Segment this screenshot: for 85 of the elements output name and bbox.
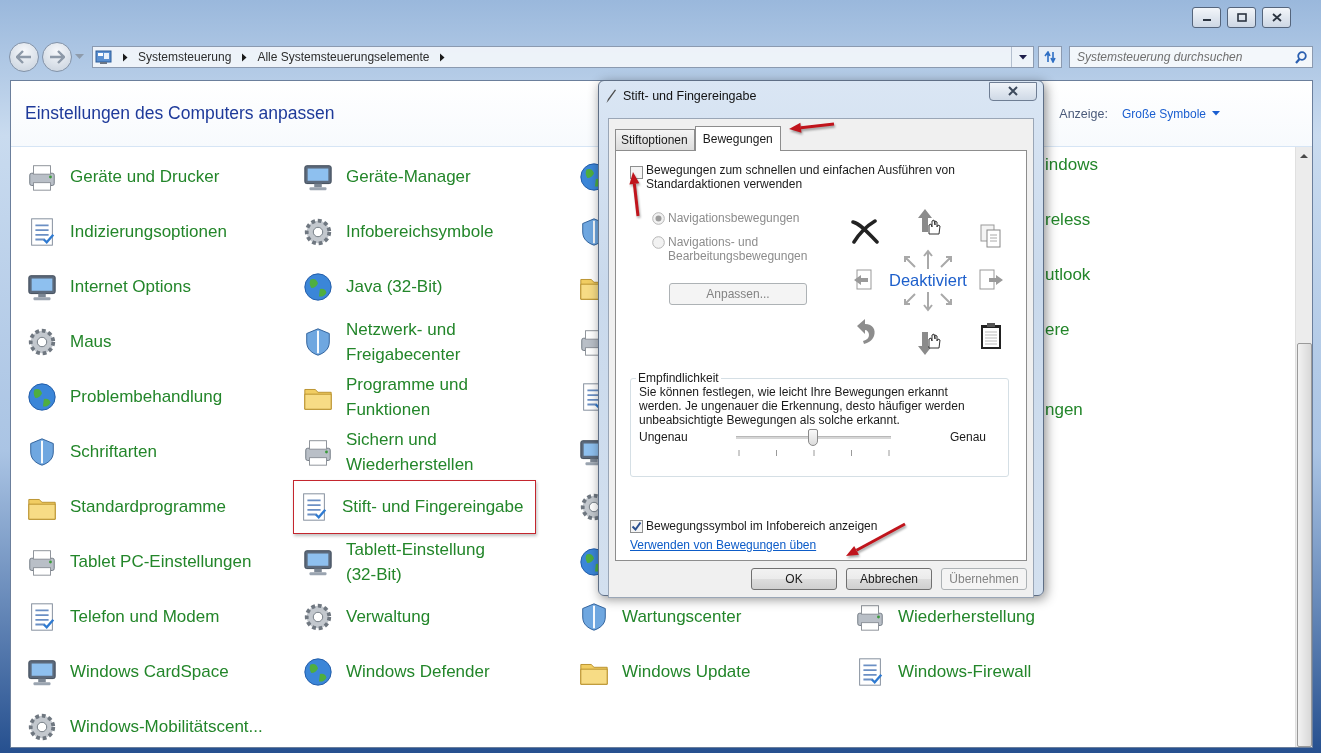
control-panel-item[interactable]: Indizierungsoptionen — [21, 214, 240, 249]
checkbox-label: Bewegungen zum schnellen und einfachen Ausführen von Standardaktionen verwenden — [646, 163, 956, 191]
back-button[interactable] — [9, 42, 39, 72]
control-panel-item[interactable]: Verwaltung — [297, 599, 444, 634]
chevron-icon[interactable] — [122, 52, 128, 62]
control-panel-item[interactable]: Wartungscenter — [573, 599, 755, 634]
control-panel-item[interactable]: ngen — [1045, 396, 1083, 422]
maximize-button[interactable] — [1227, 7, 1256, 28]
checkbox-label: Bewegungssymbol im Infobereich anzeigen — [646, 519, 878, 533]
maximize-icon[interactable] — [1236, 13, 1247, 22]
forward-arrow-icon[interactable] — [49, 50, 65, 64]
tab[interactable]: Bewegungen — [694, 126, 781, 151]
slider-thumb[interactable] — [808, 429, 819, 446]
globe-icon[interactable] — [301, 270, 335, 303]
control-panel-item[interactable]: Standardprogramme — [21, 489, 239, 524]
scrollbar[interactable] — [1295, 147, 1312, 747]
pen-icon — [605, 88, 617, 104]
control-panel-item[interactable]: Stift- und Fingereingabe — [293, 479, 537, 534]
control-panel-item[interactable]: Tablett-Einstellung (32-Bit) — [297, 535, 498, 588]
back-arrow-icon[interactable] — [16, 50, 32, 64]
sensitivity-description: Sie können festlegen, wie leicht Ihre Bewegungen erkannt werden. Je ungenauer die Erkennung, desto häufiger werden unbeabsichtigte Bewegungen als solche erkannt. — [639, 385, 966, 427]
search-icon[interactable] — [1295, 50, 1307, 64]
view-dropdown[interactable]: Große Symbole — [1121, 106, 1220, 121]
slider-min-label: Ungenau — [639, 430, 688, 444]
address-bar[interactable]: Systemsteuerung Alle Systemsteuerungselemente — [92, 46, 1034, 68]
group-title: Empfindlichkeit — [637, 371, 720, 385]
control-panel-item[interactable]: Problembehandlung — [21, 379, 236, 414]
control-panel-item[interactable]: Wiederherstellung — [849, 599, 1048, 634]
clipboard-icon — [979, 321, 1003, 351]
control-panel-item[interactable]: Infobereichsymbole — [297, 214, 507, 249]
breadcrumb[interactable]: Systemsteuerung — [138, 50, 232, 64]
control-panel-item[interactable]: Geräte und Drucker — [21, 159, 233, 194]
radio-label: Navigationsbewegungen — [668, 211, 801, 225]
practice-link[interactable]: Verwenden von Bewegungen üben — [630, 538, 817, 552]
control-panel-item[interactable]: Telefon und Modem — [21, 599, 233, 634]
control-panel-item[interactable]: Programme und Funktionen — [297, 370, 481, 423]
control-panel-item[interactable]: Internet Options — [21, 269, 204, 304]
control-panel-item[interactable]: reless — [1045, 206, 1091, 232]
gesture-status: Deaktiviert — [889, 270, 967, 290]
cross-icon — [850, 218, 880, 244]
scroll-up-icon[interactable] — [1300, 153, 1308, 159]
control-panel-item[interactable]: Windows Update — [573, 654, 764, 689]
view-label: Anzeige: — [1059, 106, 1108, 121]
scrollbar-thumb[interactable] — [1296, 343, 1312, 747]
globe-icon[interactable] — [25, 380, 59, 413]
close-button[interactable] — [1262, 7, 1291, 28]
close-icon[interactable] — [1271, 13, 1282, 22]
control-panel-item[interactable]: Windows-Mobilitätscent... — [21, 709, 276, 744]
chevron-icon[interactable] — [241, 52, 248, 62]
control-panel-item[interactable]: indows — [1045, 151, 1098, 177]
radio-label: Navigations- und Bearbeitungsbewegungen — [668, 235, 809, 263]
control-panel-item[interactable]: Schriftarten — [21, 434, 170, 469]
chevron-icon[interactable] — [439, 52, 446, 62]
page-forward-icon — [978, 268, 1004, 292]
control-panel-item[interactable]: Windows-Firewall — [849, 654, 1045, 689]
control-panel-item[interactable]: Geräte-Manager — [297, 159, 484, 194]
control-panel-item[interactable]: Sichern und Wiederherstellen — [297, 425, 487, 478]
control-panel-item[interactable]: Netzwerk- und Freigabecenter — [297, 315, 474, 368]
forward-button[interactable] — [42, 42, 72, 72]
control-panel-item[interactable]: utlook — [1045, 261, 1091, 287]
search-field[interactable]: Systemsteuerung durchsuchen — [1069, 46, 1313, 68]
tab[interactable]: Stiftoptionen — [615, 129, 695, 150]
control-panel-icon — [95, 49, 112, 65]
control-panel-item[interactable]: Windows Defender — [297, 654, 503, 689]
close-button[interactable] — [989, 81, 1037, 101]
refresh-button[interactable] — [1038, 46, 1062, 68]
refresh-icon[interactable] — [1043, 51, 1057, 63]
dialog-button[interactable]: OK — [751, 568, 837, 590]
globe-icon[interactable] — [301, 655, 335, 688]
control-panel-item[interactable]: Tablet PC-Einstellungen — [21, 544, 265, 579]
dialog-title: Stift- und Fingereingabe — [623, 89, 757, 103]
slider-max-label: Genau — [949, 430, 986, 444]
control-panel-item[interactable]: ere — [1045, 316, 1070, 342]
breadcrumb[interactable]: Alle Systemsteuerungselemente — [257, 50, 430, 64]
control-panel-item[interactable]: Maus — [21, 324, 125, 359]
caret-icon[interactable] — [1018, 54, 1027, 60]
close-icon[interactable] — [1007, 86, 1019, 96]
copy-icon — [979, 223, 1003, 249]
control-panel-item[interactable]: Windows CardSpace — [21, 654, 242, 689]
checkbox[interactable] — [630, 166, 643, 179]
minimize-button[interactable] — [1192, 7, 1221, 28]
control-panel-item[interactable]: Java (32-Bit) — [297, 269, 456, 304]
page-title: Einstellungen des Computers anpassen — [25, 103, 335, 124]
checkbox[interactable] — [630, 519, 643, 533]
dialog-button[interactable]: Abbrechen — [846, 568, 932, 590]
